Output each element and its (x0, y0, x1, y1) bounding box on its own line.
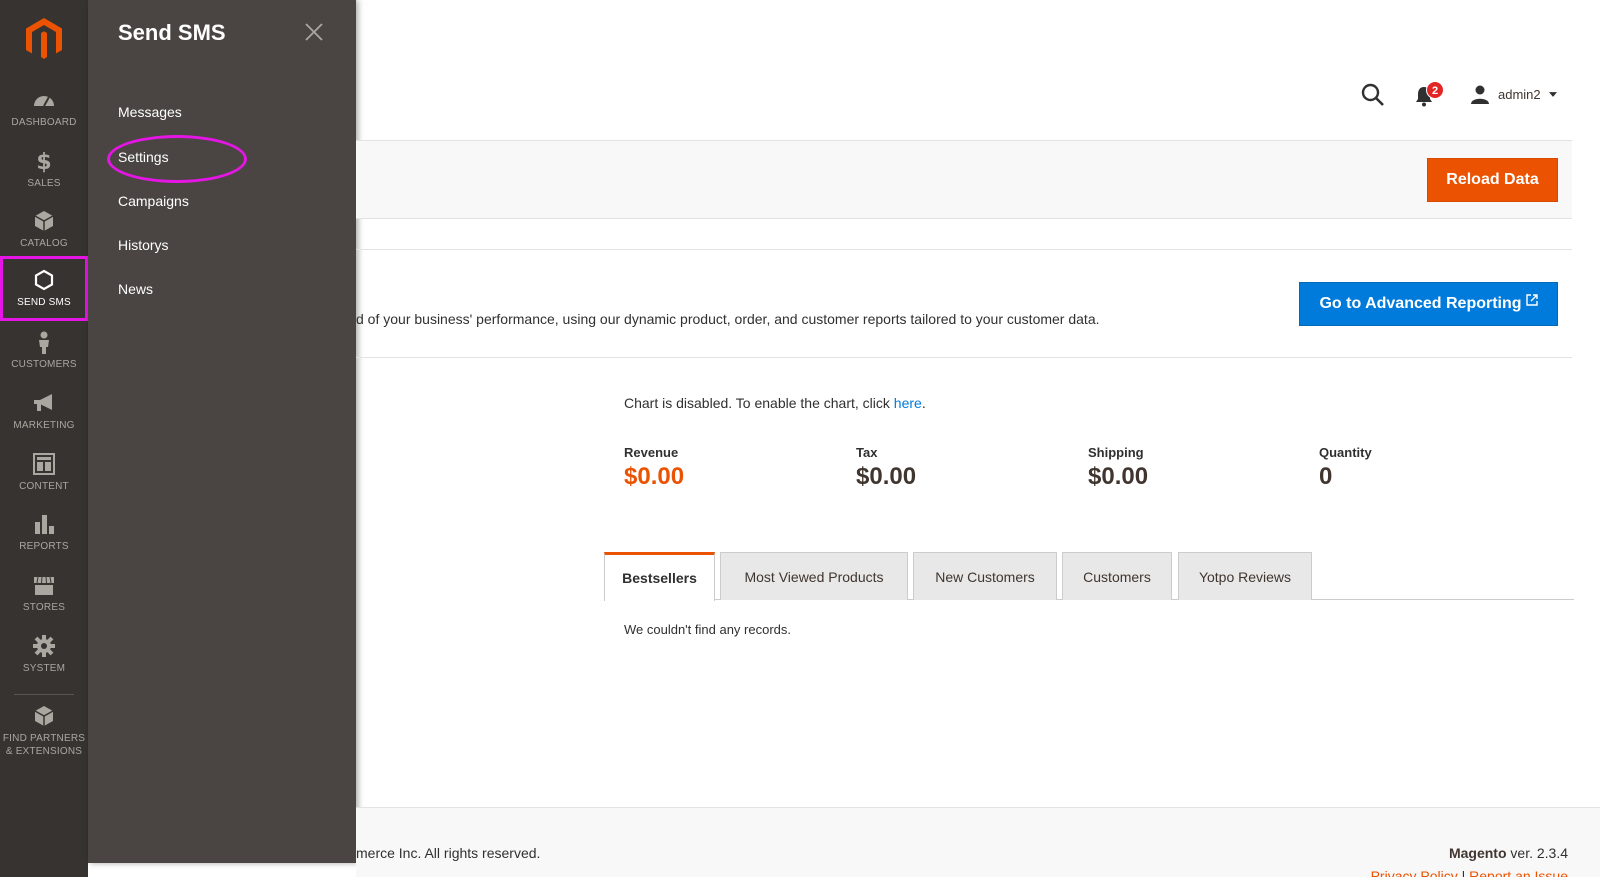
chart-disabled-note: Chart is disabled. To enable the chart, … (624, 395, 926, 411)
close-icon[interactable] (302, 20, 326, 44)
tab-bestsellers[interactable]: Bestsellers (604, 552, 715, 601)
tab-new-customers[interactable]: New Customers (913, 552, 1057, 600)
report-issue-link[interactable]: Report an Issue (1469, 868, 1568, 877)
nav-stores[interactable]: STORES (0, 573, 88, 635)
footer-separator: | (1457, 868, 1470, 877)
total-value: $0.00 (856, 463, 917, 490)
submenu-item-messages[interactable]: Messages (118, 104, 182, 120)
submenu-item-settings-label: Settings (118, 149, 169, 165)
search-icon[interactable] (1360, 82, 1386, 108)
svg-text:$: $ (36, 150, 51, 173)
nav-send-sms[interactable]: SEND SMS (0, 256, 88, 321)
nav-reports-label: REPORTS (19, 541, 69, 552)
total-value: $0.00 (1088, 463, 1149, 490)
nav-sales-label: SALES (27, 178, 61, 189)
nav-divider (14, 694, 74, 695)
nav-marketing-label: MARKETING (13, 420, 75, 431)
nav-content[interactable]: CONTENT (0, 452, 88, 514)
nav-find-partners-label-2: & EXTENSIONS (5, 746, 83, 757)
total-label: Quantity (1319, 445, 1372, 460)
privacy-policy-link[interactable]: Privacy Policy (1371, 868, 1458, 877)
bar-chart-icon (35, 515, 54, 534)
total-value: 0 (1319, 463, 1333, 490)
total-quantity: Quantity 0 (1319, 445, 1372, 491)
nav-dashboard[interactable]: DASHBOARD (0, 88, 88, 150)
total-tax: Tax $0.00 (856, 445, 916, 491)
caret-down-icon (1548, 91, 1557, 97)
section-divider (356, 249, 1572, 250)
nav-dashboard-label: DASHBOARD (11, 117, 77, 128)
submenu-title: Send SMS (118, 20, 226, 45)
total-shipping: Shipping $0.00 (1088, 445, 1148, 491)
page-footer (356, 807, 1600, 877)
tab-customers[interactable]: Customers (1062, 552, 1172, 600)
magento-logo-icon[interactable] (24, 17, 64, 61)
advanced-reporting-description: d of your business' performance, using o… (356, 311, 1100, 327)
submenu-item-historys[interactable]: Historys (118, 237, 169, 253)
nav-sales[interactable]: $ SALES (0, 149, 88, 211)
nav-catalog-label: CATALOG (20, 238, 68, 249)
version-number: ver. 2.3.4 (1506, 845, 1568, 861)
empty-records-message: We couldn't find any records. (624, 622, 791, 637)
nav-content-label: CONTENT (19, 481, 69, 492)
tab-most-viewed-products[interactable]: Most Viewed Products (720, 552, 908, 600)
nav-customers-label: CUSTOMERS (11, 359, 77, 370)
nav-system-label: SYSTEM (22, 663, 66, 674)
hexagon-icon (34, 269, 54, 291)
megaphone-icon (34, 394, 52, 411)
admin-sidebar: DASHBOARD $ SALES CATALOG SEND SMS CUSTO… (0, 0, 88, 877)
notification-count-badge: 2 (1426, 81, 1444, 99)
chart-note-suffix: . (921, 395, 926, 411)
user-icon (1471, 85, 1489, 104)
box-icon (34, 211, 54, 231)
nav-reports[interactable]: REPORTS (0, 512, 88, 574)
nav-stores-label: STORES (22, 602, 66, 613)
nav-customers[interactable]: CUSTOMERS (0, 330, 88, 392)
user-menu-button[interactable]: admin2 (1470, 82, 1557, 106)
send-sms-submenu: Send SMS Messages Settings Campaigns His… (88, 0, 356, 863)
total-value: $0.00 (624, 463, 685, 490)
gear-icon (33, 635, 55, 657)
layout-icon (33, 453, 55, 475)
copyright-text: merce Inc. All rights reserved. (356, 845, 541, 861)
nav-find-partners[interactable]: FIND PARTNERS & EXTENSIONS (0, 704, 88, 764)
store-icon (34, 576, 54, 595)
total-label: Shipping (1088, 445, 1144, 460)
footer-links: Privacy Policy | Report an Issue (1371, 868, 1568, 877)
nav-find-partners-label: FIND PARTNERS (2, 733, 86, 744)
nav-marketing[interactable]: MARKETING (0, 391, 88, 453)
submenu-item-news[interactable]: News (118, 281, 153, 297)
tab-yotpo-reviews[interactable]: Yotpo Reviews (1178, 552, 1312, 600)
page-actions-bar (356, 140, 1572, 219)
external-link-icon (1525, 294, 1538, 306)
submenu-item-campaigns[interactable]: Campaigns (118, 193, 189, 209)
submenu-item-settings[interactable]: Settings (107, 135, 247, 183)
total-label: Tax (856, 445, 878, 460)
dashboard-icon (34, 96, 54, 107)
nav-system[interactable]: SYSTEM (0, 634, 88, 696)
advanced-reporting-button[interactable]: Go to Advanced Reporting (1299, 282, 1558, 326)
notifications-button[interactable]: 2 (1414, 81, 1446, 109)
reload-data-button[interactable]: Reload Data (1427, 158, 1558, 202)
enable-chart-link[interactable]: here (894, 395, 922, 411)
advanced-reporting-button-label: Go to Advanced Reporting (1319, 295, 1522, 312)
dashboard-tabs: Bestsellers Most Viewed Products New Cus… (604, 552, 1574, 601)
cube-icon (34, 706, 54, 726)
total-revenue: Revenue $0.00 (624, 445, 684, 491)
dollar-icon: $ (36, 150, 51, 173)
version-info: Magento ver. 2.3.4 (1449, 845, 1568, 861)
total-label: Revenue (624, 445, 679, 460)
person-icon (39, 331, 49, 354)
section-divider (356, 357, 1572, 358)
dashboard-totals: Revenue $0.00 Tax $0.00 Shipping $0.00 Q… (624, 445, 1554, 495)
chart-note-text: Chart is disabled. To enable the chart, … (624, 395, 894, 411)
username-label: admin2 (1498, 86, 1541, 102)
nav-send-sms-label: SEND SMS (17, 297, 71, 308)
brand-name: Magento (1448, 845, 1507, 861)
